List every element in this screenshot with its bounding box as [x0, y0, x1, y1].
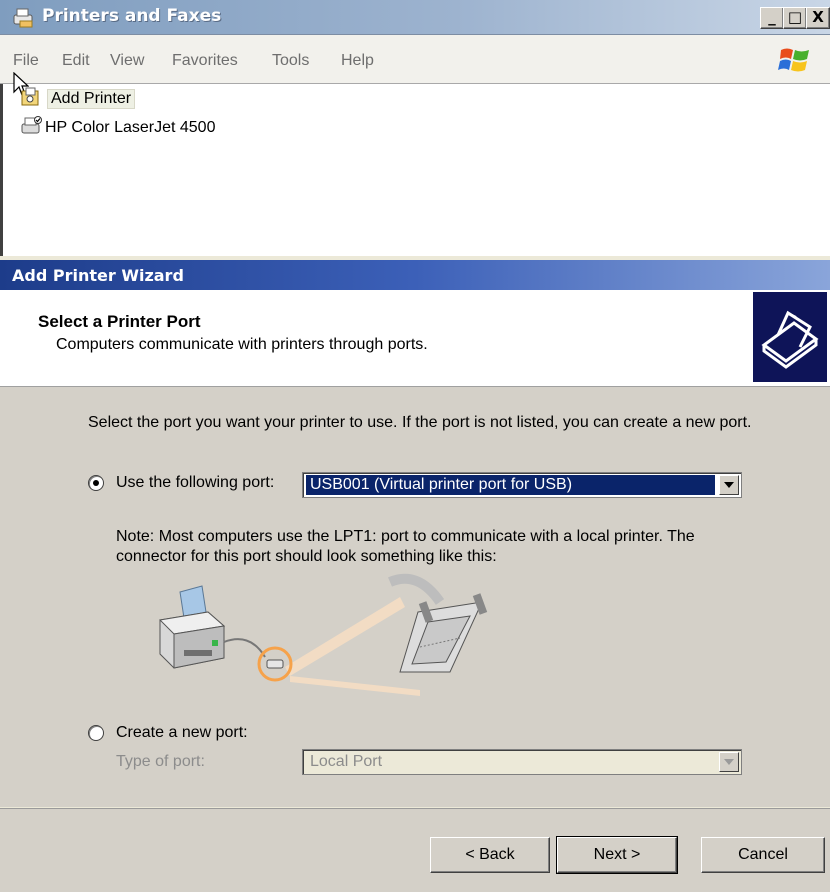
wizard-titlebar[interactable]: Add Printer Wizard	[0, 260, 830, 290]
type-of-port-label: Type of port:	[116, 753, 205, 770]
port-type-select[interactable]: Local Port	[302, 749, 742, 775]
use-port-label[interactable]: Use the following port:	[116, 473, 274, 493]
menu-view[interactable]: View	[110, 52, 144, 70]
cancel-button[interactable]: Cancel	[701, 837, 825, 873]
maximize-button[interactable]: □	[783, 7, 807, 29]
printers-window-titlebar[interactable]: Printers and Faxes _ □ X	[0, 0, 830, 35]
list-item-label: Add Printer	[47, 89, 136, 109]
page-title: Select a Printer Port	[38, 312, 201, 331]
list-item-label: HP Color LaserJet 4500	[45, 119, 216, 136]
list-item-add-printer[interactable]: Add Printer	[21, 87, 136, 112]
use-port-radio[interactable]	[88, 475, 104, 491]
menu-help[interactable]: Help	[341, 52, 374, 70]
close-button[interactable]: X	[806, 7, 830, 29]
wizard-footer: < Back Next > Cancel	[0, 808, 830, 892]
menu-favorites[interactable]: Favorites	[172, 52, 238, 70]
page-subtitle: Computers communicate with printers thro…	[56, 336, 428, 353]
chevron-down-icon[interactable]	[719, 475, 739, 495]
parallel-port-illustration-icon	[150, 572, 490, 707]
wizard-body: Select the port you want your printer to…	[0, 387, 830, 807]
menu-bar: File Edit View Favorites Tools Help	[0, 35, 830, 84]
printer-icon	[21, 115, 43, 141]
create-port-radio[interactable]	[88, 725, 104, 741]
windows-logo-icon	[778, 45, 812, 80]
instructions-text: Select the port you want your printer to…	[88, 414, 752, 431]
wizard-header: Select a Printer Port Computers communic…	[0, 290, 830, 387]
chevron-down-icon[interactable]	[719, 752, 739, 772]
add-printer-icon	[21, 87, 41, 112]
back-button[interactable]: < Back	[430, 837, 550, 873]
wizard-title: Add Printer Wizard	[12, 266, 184, 285]
menu-tools[interactable]: Tools	[272, 52, 309, 70]
printers-folder-icon	[12, 6, 36, 33]
port-select[interactable]: USB001 (Virtual printer port for USB)	[302, 472, 742, 498]
note-text: Note: Most computers use the LPT1: port …	[116, 528, 695, 565]
window-title: Printers and Faxes	[42, 6, 222, 26]
printers-list: Add Printer HP Color LaserJet 4500	[0, 71, 830, 256]
menu-edit[interactable]: Edit	[62, 52, 90, 70]
create-port-label[interactable]: Create a new port:	[116, 723, 248, 743]
printer-header-icon	[753, 292, 827, 382]
list-item-hp-printer[interactable]: HP Color LaserJet 4500	[21, 115, 216, 141]
port-select-value: USB001 (Virtual printer port for USB)	[306, 475, 715, 495]
minimize-button[interactable]: _	[760, 7, 784, 29]
menu-file[interactable]: File	[13, 52, 39, 70]
next-button[interactable]: Next >	[556, 836, 678, 874]
port-type-select-value: Local Port	[310, 753, 383, 770]
